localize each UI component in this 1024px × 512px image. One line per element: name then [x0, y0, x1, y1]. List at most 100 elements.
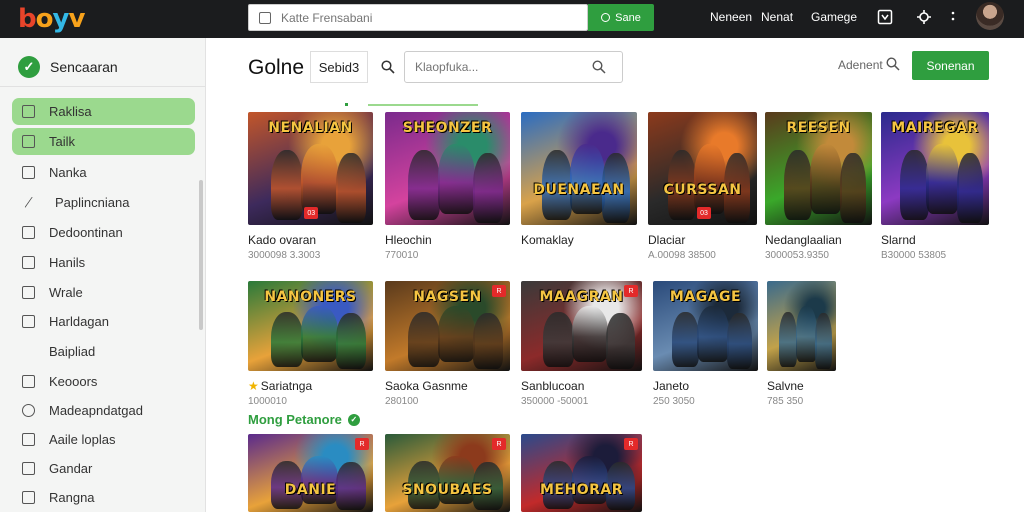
game-thumbnail[interactable]: MAAGRAN R	[521, 281, 642, 371]
game-title[interactable]: Kado ovaran	[248, 233, 316, 247]
game-thumbnail[interactable]: MAIREGAR	[881, 112, 989, 225]
game-title-label: Komaklay	[521, 233, 574, 247]
game-thumbnail[interactable]: CURSSAN 03	[648, 112, 757, 225]
sidebar-item[interactable]: Hanils	[12, 249, 195, 276]
game-thumbnail[interactable]: MAGAGE	[653, 281, 758, 371]
sidebar-item-label: Aaile loplas	[49, 432, 116, 447]
game-thumbnail[interactable]	[767, 281, 836, 371]
game-art-title: REESEN	[786, 120, 851, 136]
sidebar-item-label: Raklisa	[49, 104, 92, 119]
game-badge: R	[624, 438, 638, 450]
game-art-title: NENALIAN	[268, 120, 353, 136]
top-search-box	[248, 4, 588, 31]
star-icon: ★	[248, 379, 259, 393]
sidebar-scrollbar[interactable]	[199, 180, 203, 330]
game-meta: 280100	[385, 396, 419, 407]
character-figure	[926, 143, 959, 214]
character-figure	[795, 306, 817, 362]
search-icon[interactable]	[592, 60, 606, 74]
character-figure	[784, 150, 813, 221]
game-thumbnail[interactable]: NENALIAN 03	[248, 112, 373, 225]
game-badge: 03	[304, 207, 319, 219]
primary-action-button[interactable]: Sonenan	[912, 51, 989, 80]
game-title-label: Saoka Gasnme	[385, 379, 468, 393]
sidebar-item[interactable]: Keooors	[12, 368, 195, 395]
user-avatar[interactable]	[976, 2, 1004, 30]
sidebar-item[interactable]: Dedoontinan	[12, 219, 195, 246]
search-icon[interactable]	[886, 57, 900, 71]
title-tab[interactable]: Sebid3	[310, 51, 368, 83]
tab-indicator	[368, 104, 478, 106]
sidebar-item[interactable]: Raklisa	[12, 98, 195, 125]
top-search-button[interactable]: Sane	[588, 4, 654, 31]
game-meta: A.00098 38500	[648, 250, 716, 261]
character-figure	[437, 143, 475, 214]
top-bar: boyv Sane Neneen Nenat Gamege	[0, 0, 1024, 38]
search-icon	[601, 13, 611, 22]
game-thumbnail[interactable]: SHEONZER	[385, 112, 510, 225]
character-figure	[270, 150, 303, 221]
topnav-link-3[interactable]: Gamege	[811, 10, 857, 24]
game-badge: 03	[697, 207, 712, 219]
game-title[interactable]: Saoka Gasnme	[385, 379, 468, 393]
game-title[interactable]: Slarnd	[881, 233, 916, 247]
square-icon	[22, 166, 35, 179]
game-thumbnail[interactable]: DANIE R	[248, 434, 373, 512]
game-thumbnail[interactable]: DUENAEAN	[521, 112, 637, 225]
game-title[interactable]: Sanblucoan	[521, 379, 584, 393]
game-title[interactable]: Nedanglaalian	[765, 233, 842, 247]
sidebar-item[interactable]: Gandar	[12, 455, 195, 482]
game-title[interactable]: Janeto	[653, 379, 689, 393]
sidebar-item[interactable]: Tailk	[12, 128, 195, 155]
character-figure	[407, 150, 440, 221]
checkbox-icon	[22, 315, 35, 328]
sidebar-item[interactable]: Wrale	[12, 279, 195, 306]
section-title: Mong Petanore ✓	[248, 412, 360, 427]
game-title-label: Sariatnga	[260, 379, 313, 393]
character-figure	[671, 311, 700, 368]
page-title: Golne	[248, 56, 305, 79]
game-art-title: DANIE	[284, 482, 337, 499]
game-title[interactable]: Dlaciar	[648, 233, 685, 247]
sidebar-item[interactable]: Paplincniana	[12, 189, 195, 216]
game-title[interactable]: Hleochin	[385, 233, 432, 247]
topnav-link-2[interactable]: Nenat	[761, 10, 793, 24]
game-thumbnail[interactable]: MEHORAR R	[521, 434, 642, 512]
game-thumbnail[interactable]: REESEN	[765, 112, 872, 225]
game-meta: B30000 53805	[881, 250, 947, 261]
game-title[interactable]: Komaklay	[521, 233, 574, 247]
game-thumbnail[interactable]: SNOUBAES R	[385, 434, 510, 512]
game-title-label: Janeto	[653, 379, 690, 393]
sidebar-item-label: Harldagan	[49, 314, 109, 329]
game-title[interactable]: Salvne	[767, 379, 804, 393]
sidebar-item[interactable]: Harldagan	[12, 308, 195, 335]
sidebar-divider	[0, 86, 205, 87]
sidebar-item[interactable]: Rangna	[12, 484, 195, 511]
game-badge: R	[355, 438, 369, 450]
top-search-input[interactable]	[281, 10, 561, 25]
download-icon[interactable]	[877, 9, 893, 25]
game-title-label: Slarnd	[881, 233, 916, 247]
sidebar-item[interactable]: Baipliad	[12, 338, 195, 365]
game-art-title: MAIREGAR	[891, 120, 979, 136]
app-logo[interactable]: boyv	[18, 4, 85, 34]
more-icon[interactable]	[950, 9, 956, 25]
game-title[interactable]: ★ Sariatnga	[248, 379, 312, 393]
game-title-label: Sanblucoan	[521, 379, 585, 393]
sidebar-item[interactable]: Nanka	[12, 159, 195, 186]
search-icon[interactable]	[381, 60, 395, 74]
main-search-input[interactable]	[415, 60, 585, 74]
game-thumbnail[interactable]: NAGSEN R	[385, 281, 510, 371]
sidebar: ✓ Sencaaran Raklisa Tailk Nanka Paplincnian…	[0, 38, 206, 512]
topnav-link-1[interactable]: Neneen	[710, 10, 752, 24]
gear-icon[interactable]	[916, 9, 932, 25]
game-badge: R	[624, 285, 638, 297]
advanced-link[interactable]: Adenent	[838, 58, 883, 72]
character-figure	[571, 306, 609, 362]
game-thumbnail[interactable]: NANONERS	[248, 281, 373, 371]
sidebar-item[interactable]: Aaile loplas	[12, 426, 195, 453]
sidebar-brand[interactable]: ✓ Sencaaran	[18, 56, 118, 78]
game-meta: 250 3050	[653, 396, 695, 407]
sidebar-item[interactable]: Madeapndatgad	[12, 397, 195, 424]
game-badge: R	[492, 438, 506, 450]
